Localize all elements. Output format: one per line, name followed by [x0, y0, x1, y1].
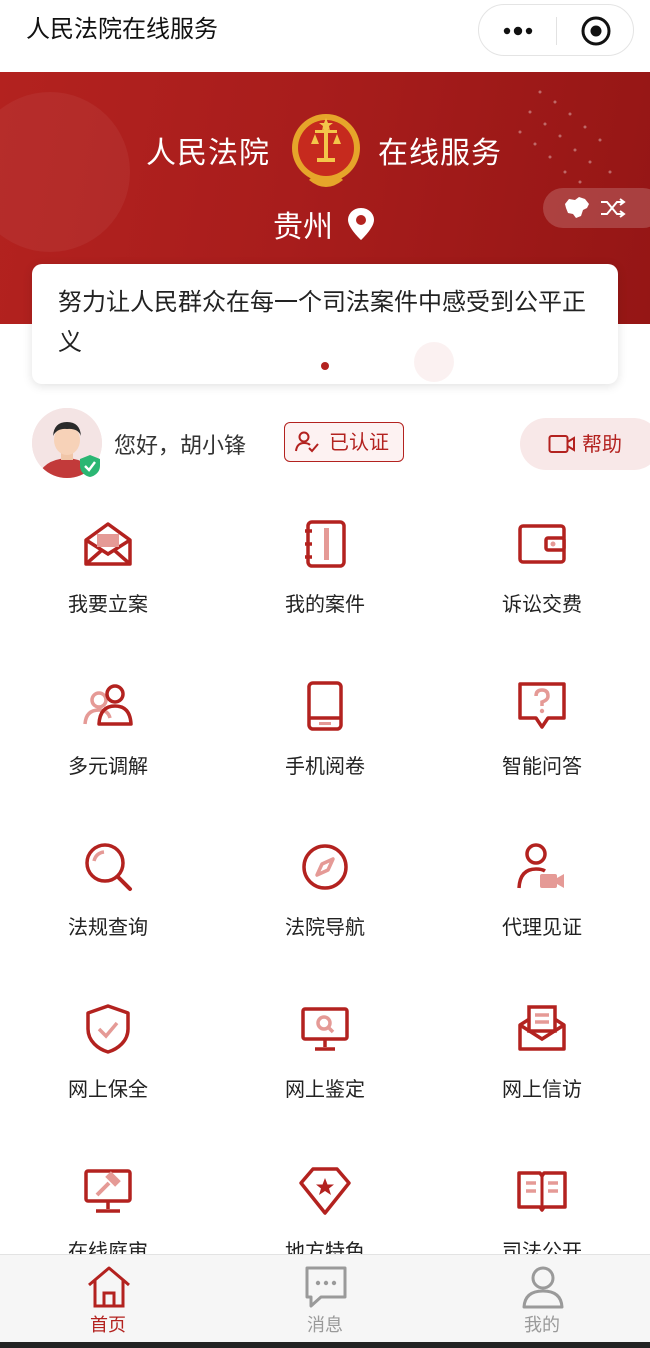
monitor-search-icon	[301, 1007, 349, 1051]
more-dots-icon[interactable]	[497, 15, 539, 47]
tab-mine[interactable]: 我的	[434, 1255, 650, 1347]
service-label: 法规查询	[68, 915, 148, 939]
user-icon	[522, 1266, 564, 1309]
service-label: 代理见证	[502, 915, 582, 939]
page-title: 人民法院在线服务	[26, 15, 218, 43]
service-label: 我要立案	[68, 592, 148, 616]
city-switch-button[interactable]	[543, 188, 650, 228]
banner-title-right: 在线服务	[378, 136, 502, 171]
wallet-icon	[518, 524, 566, 564]
service-item-file-case[interactable]: 我要立案	[0, 500, 216, 660]
message-icon	[305, 1266, 347, 1308]
miniprogram-capsule	[478, 4, 634, 56]
gavel-monitor-icon	[84, 1169, 132, 1213]
tab-label: 首页	[90, 1315, 126, 1336]
service-label: 手机阅卷	[285, 754, 365, 778]
verified-shield-icon	[80, 455, 100, 477]
service-label: 网上保全	[68, 1077, 148, 1101]
capsule-divider	[556, 17, 557, 45]
top-navbar: 人民法院在线服务	[0, 0, 650, 72]
service-item-online-preservation[interactable]: 网上保全	[0, 985, 216, 1145]
service-label: 多元调解	[68, 754, 148, 778]
service-item-online-petition[interactable]: 网上信访	[434, 985, 650, 1145]
tab-messages[interactable]: 消息	[217, 1255, 433, 1347]
slogan-text: 努力让人民群众在每一个司法案件中感受到公平正义	[58, 288, 586, 356]
slogan-card: 努力让人民群众在每一个司法案件中感受到公平正义	[32, 264, 618, 384]
banner-title-left: 人民法院	[146, 136, 270, 171]
service-item-smart-qa[interactable]: 智能问答	[434, 662, 650, 822]
people-icon	[83, 684, 133, 726]
user-greeting: 您好，胡小锋	[114, 434, 247, 459]
question-bubble-icon	[518, 682, 566, 729]
service-grid: 我要立案 我的案件 诉讼交费 多元调解 手机阅卷 智能问答 法规查询 法院导航 …	[0, 500, 650, 1254]
tab-label: 我的	[524, 1315, 560, 1336]
user-video-icon	[517, 843, 564, 889]
shuffle-icon	[601, 198, 626, 218]
service-label: 诉讼交费	[502, 592, 582, 616]
current-city[interactable]: 贵州	[273, 202, 333, 246]
service-label: 我的案件	[285, 592, 365, 616]
bottom-tab-bar: 首页 消息 我的	[0, 1254, 650, 1348]
verified-label: 已认证	[329, 430, 389, 454]
help-button[interactable]: 帮助	[520, 418, 650, 470]
service-label: 司法公开	[502, 1239, 582, 1254]
star-badge-icon	[299, 1167, 351, 1215]
service-label: 网上鉴定	[285, 1077, 365, 1101]
service-item-judicial-openness[interactable]: 司法公开	[434, 1147, 650, 1254]
help-label: 帮助	[582, 432, 622, 456]
notebook-icon	[305, 520, 346, 568]
compass-icon	[302, 844, 348, 890]
verified-badge[interactable]: 已认证	[284, 422, 404, 462]
service-item-mobile-review[interactable]: 手机阅卷	[217, 662, 433, 822]
service-label: 智能问答	[502, 754, 582, 778]
service-item-law-search[interactable]: 法规查询	[0, 823, 216, 983]
open-book-icon	[517, 1171, 567, 1212]
service-item-proxy-witness[interactable]: 代理见证	[434, 823, 650, 983]
shield-check-icon	[86, 1004, 130, 1054]
location-pin-icon[interactable]	[346, 206, 376, 242]
video-camera-icon	[548, 435, 575, 453]
national-emblem-icon	[292, 114, 360, 187]
service-label: 在线庭审	[68, 1239, 148, 1254]
service-item-litigation-fee[interactable]: 诉讼交费	[434, 500, 650, 660]
mobile-icon	[307, 681, 343, 731]
china-map-icon	[565, 197, 589, 218]
service-label: 法院导航	[285, 915, 365, 939]
home-indicator-bar	[0, 1342, 650, 1348]
service-item-my-cases[interactable]: 我的案件	[217, 500, 433, 660]
close-target-icon[interactable]	[577, 13, 615, 49]
search-icon	[85, 843, 132, 891]
envelope-icon	[84, 522, 132, 566]
service-label: 网上信访	[502, 1077, 582, 1101]
service-item-online-trial[interactable]: 在线庭审	[0, 1147, 216, 1254]
carousel-indicator[interactable]	[321, 362, 329, 370]
tab-home[interactable]: 首页	[0, 1255, 216, 1347]
service-item-court-navigation[interactable]: 法院导航	[217, 823, 433, 983]
service-item-local-features[interactable]: 地方特色	[217, 1147, 433, 1254]
user-check-icon	[295, 431, 319, 453]
service-item-mediation[interactable]: 多元调解	[0, 662, 216, 822]
letter-icon	[518, 1005, 566, 1051]
tab-label: 消息	[307, 1315, 343, 1336]
home-icon	[88, 1266, 130, 1308]
banner-decoration-circle	[0, 92, 130, 252]
service-label: 地方特色	[285, 1239, 365, 1254]
service-item-online-appraisal[interactable]: 网上鉴定	[217, 985, 433, 1145]
